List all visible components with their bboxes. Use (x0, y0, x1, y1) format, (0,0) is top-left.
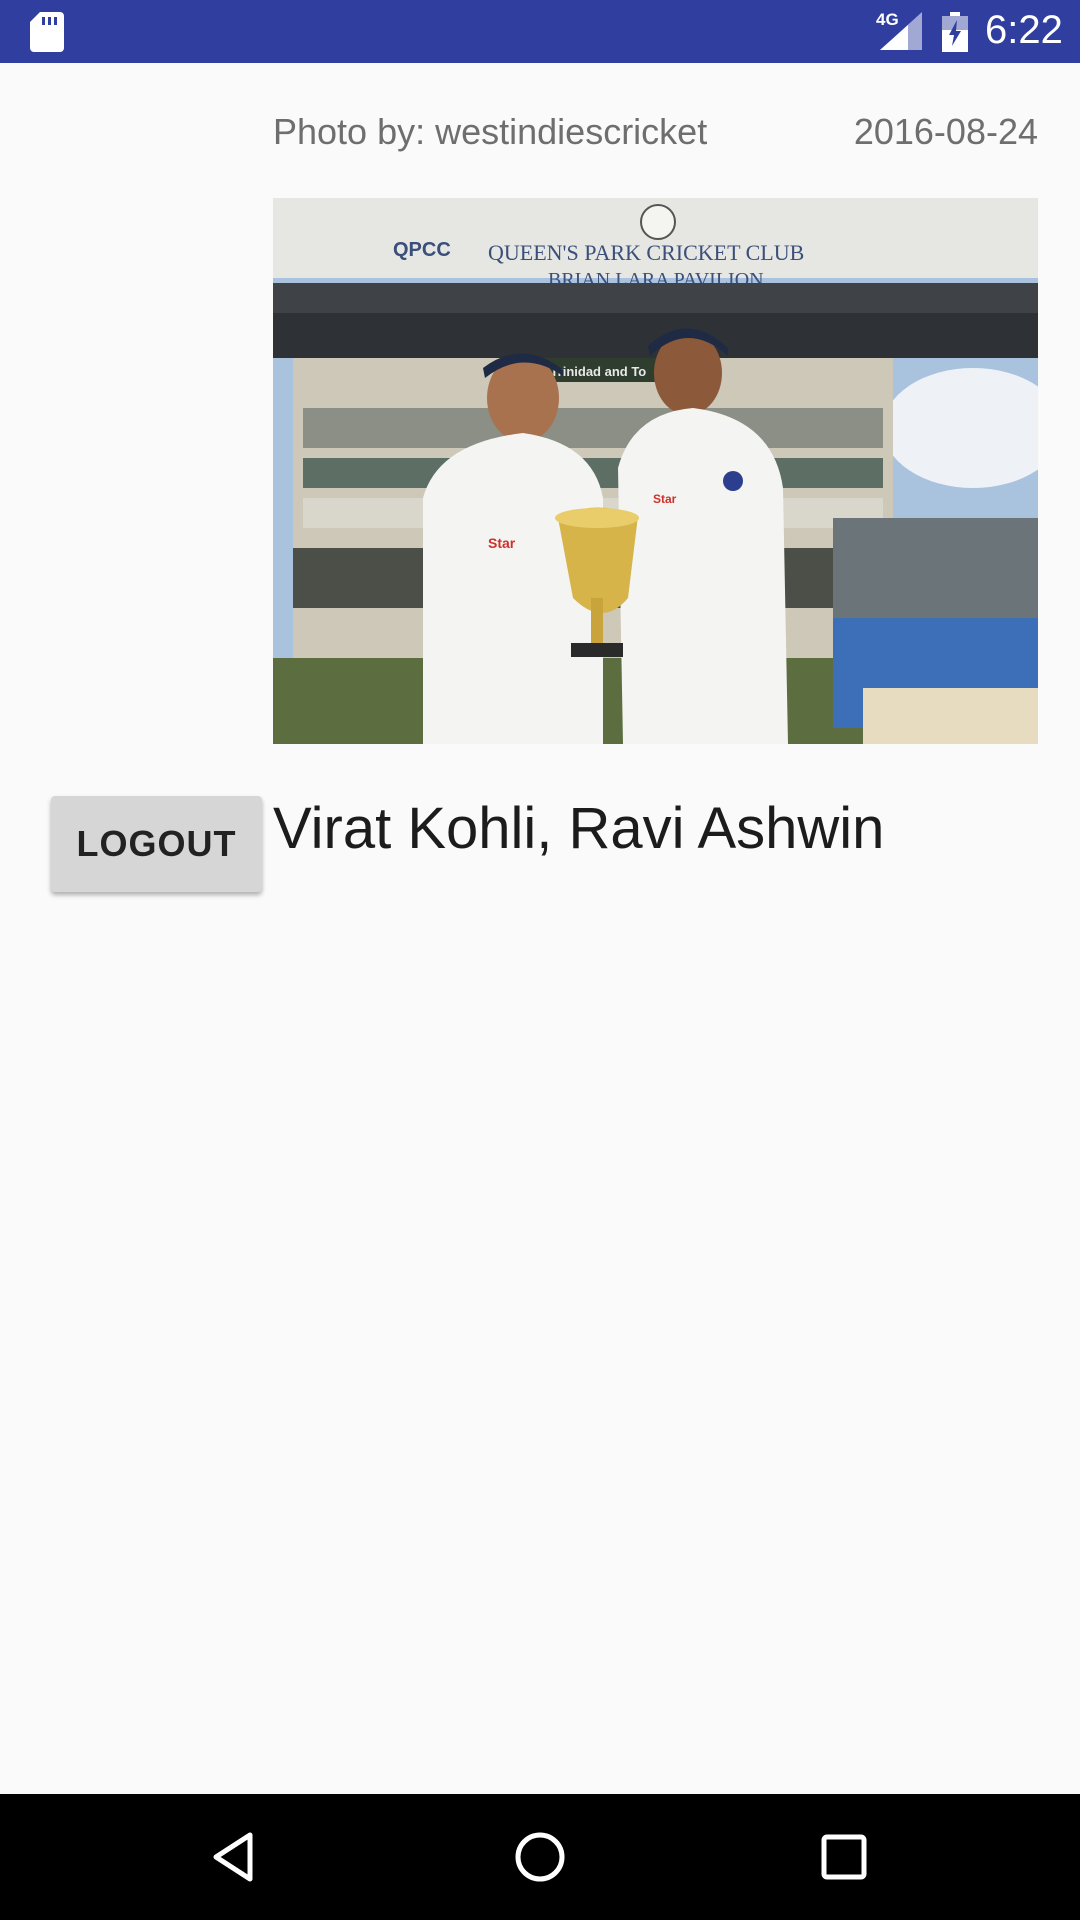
photo-date: 2016-08-24 (853, 111, 1038, 152)
stand-sign-line1: QUEEN'S PARK CRICKET CLUB (488, 240, 804, 265)
home-icon[interactable] (510, 1827, 570, 1887)
stand-logo: QPCC (393, 239, 451, 261)
signal-icon (880, 12, 922, 50)
status-bar: 4G 6:22 (0, 0, 1080, 63)
status-clock: 6:22 (985, 8, 1063, 52)
cricket-photo: QPCC QUEEN'S PARK CRICKET CLUB BRIAN LAR… (273, 198, 1038, 744)
logout-button[interactable]: LOGOUT (51, 796, 262, 892)
navigation-bar (0, 1794, 1080, 1920)
jersey-text-right: Star (653, 492, 677, 506)
battery-charging-icon (942, 12, 968, 52)
recents-icon[interactable] (814, 1827, 874, 1887)
photo-detail-screen: Photo by: westindiescricket 2016-08-24 Q… (0, 63, 1080, 1794)
sd-card-icon (30, 12, 64, 52)
jersey-text-left: Star (488, 535, 516, 551)
back-icon[interactable] (206, 1827, 266, 1887)
photo-credit: Photo by: westindiescricket (273, 111, 708, 152)
photo-caption: Virat Kohli, Ravi Ashwin (273, 796, 885, 861)
